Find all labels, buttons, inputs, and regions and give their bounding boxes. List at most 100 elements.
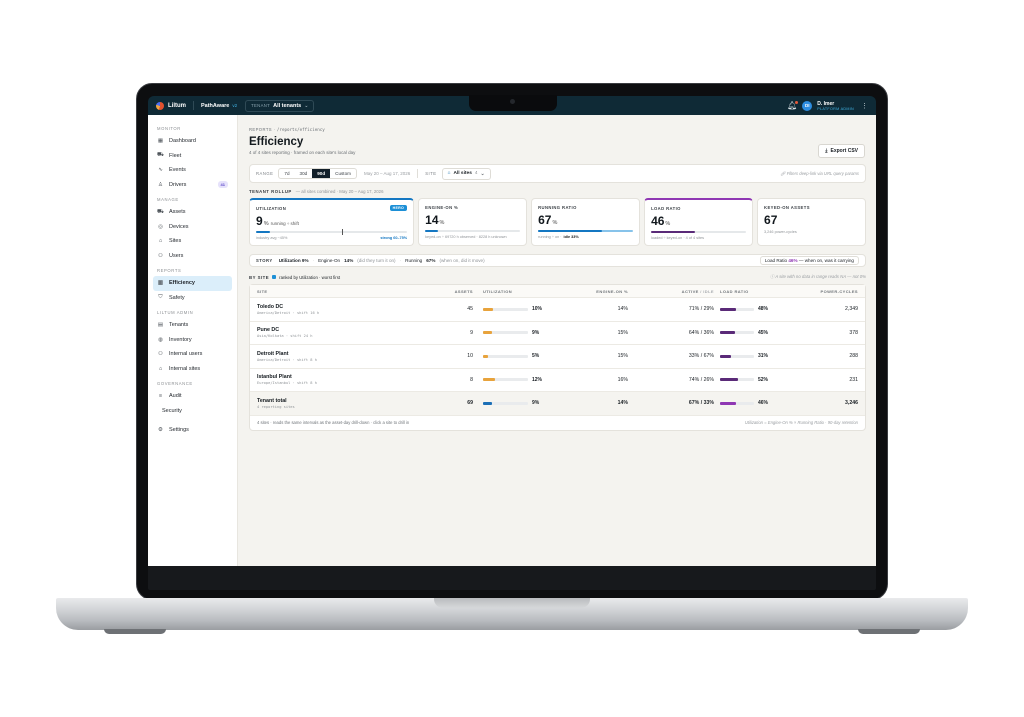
sidebar-item-drivers[interactable]: ♙ Drivers 41 — [153, 178, 232, 193]
card-title: UTILIZATION — [256, 206, 287, 211]
col-site[interactable]: SITE — [250, 289, 443, 294]
story-running-value: 67% — [426, 258, 436, 263]
col-assets[interactable]: ASSETS — [443, 289, 473, 294]
sidebar-item-efficiency[interactable]: ▥ Efficiency — [153, 276, 232, 291]
assets-cell: 69 — [467, 400, 473, 407]
sidebar-item-safety[interactable]: ⛉ Safety — [153, 291, 232, 306]
site-name: Pune DC — [257, 327, 280, 334]
table-row[interactable]: Toledo DC America/Detroit · shift 16 h 4… — [250, 298, 865, 322]
lr-value: 46% — [788, 258, 798, 263]
bar-fill — [720, 307, 737, 311]
shield-icon: ⛉ — [158, 294, 163, 301]
bar-fill — [256, 231, 270, 233]
lr-note: — when on, was it carrying — [798, 258, 854, 263]
table-row[interactable]: Detroit Plant America/Detroit · shift 8 … — [250, 345, 865, 369]
sidebar-item-label: Events — [169, 167, 186, 174]
avatar[interactable]: DI — [802, 100, 813, 111]
site-count: 4 — [474, 171, 478, 176]
bell-icon[interactable]: 🔔︎ — [787, 101, 799, 110]
sidebar-item-label: Internal sites — [169, 365, 201, 372]
power-cycles-cell: 3,246 — [845, 400, 858, 407]
load-ratio-value: 52% — [758, 376, 769, 383]
sidebar-item-audit[interactable]: ≡ Audit — [153, 389, 232, 404]
card-title: RUNNING RATIO — [538, 205, 577, 210]
laptop-hinge-notch — [434, 598, 590, 608]
col-power-cycles[interactable]: POWER-CYCLES — [794, 289, 865, 294]
product-name: PathAware — [201, 102, 230, 109]
range-option-30d[interactable]: 30d — [295, 169, 313, 178]
utilization-cell: 10% — [473, 306, 563, 312]
table-row[interactable]: Pune DC Asia/Kolkata · shift 24 h 9 9% 1… — [250, 322, 865, 345]
breadcrumb-section[interactable]: REPORTS — [249, 127, 272, 132]
range-option-90d[interactable]: 90d — [312, 169, 331, 178]
export-csv-button[interactable]: ⤓ Export CSV — [818, 144, 865, 158]
assets-cell: 8 — [470, 376, 473, 383]
table-total-row[interactable]: Tenant total 4 reporting sites 69 9% 14%… — [250, 392, 865, 416]
sidebar-item-label: Fleet — [169, 152, 182, 159]
sidebar-item-label: Safety — [169, 294, 185, 301]
assets-cell: 9 — [470, 329, 473, 336]
engine-on-cell: 15% — [617, 329, 628, 336]
sidebar-item-internal-sites[interactable]: ⌂ Internal sites — [153, 362, 232, 377]
filter-bar: RANGE 7d 30d 90d Custom May 20 – Aug 17, 20… — [249, 164, 866, 183]
sidebar-item-label: Users — [169, 252, 184, 259]
story-load-ratio: Load Ratio 46% — when on, was it carryin… — [759, 256, 859, 265]
legend-square-icon — [272, 275, 277, 279]
value-number: 46 — [651, 214, 665, 228]
sidebar-item-label: Drivers — [169, 181, 187, 188]
kpi-cards: UTILIZATION HERO 9% running ÷ shift indus… — [249, 198, 866, 246]
sidebar-item-assets[interactable]: ⛟ Assets — [153, 205, 232, 220]
sidebar-item-internal-users[interactable]: ⚇ Internal users — [153, 347, 232, 362]
col-active-idle[interactable]: ACTIVE / IDLE — [628, 289, 714, 294]
brand-name[interactable]: Liltum — [168, 103, 186, 109]
more-vertical-icon[interactable]: ⋮ — [861, 102, 868, 110]
users-icon: ⚇ — [158, 252, 163, 259]
tenant-label: TENANT — [251, 103, 271, 108]
sidebar-item-security[interactable]: Security — [153, 404, 232, 419]
col-load-ratio[interactable]: LOAD RATIO — [714, 289, 794, 294]
site-label: SITE — [425, 171, 437, 176]
bar-marker — [342, 229, 344, 235]
site-timezone: America/Detroit · shift 16 h — [257, 310, 320, 315]
table-footer: 4 sites · reads the same intervals as th… — [250, 416, 865, 430]
range-option-7d[interactable]: 7d — [279, 169, 294, 178]
site-selector[interactable]: ⌂ All sites 4 ⌄ — [441, 167, 491, 180]
by-site-header: BY SITE ranked by Utilization · worst fi… — [249, 274, 866, 280]
divider — [193, 101, 194, 110]
screen-bottom-bezel — [148, 566, 876, 590]
power-cycles-cell: 378 — [849, 329, 858, 336]
site-name: Detroit Plant — [257, 350, 289, 357]
building-icon: ⌂ — [158, 238, 163, 245]
load-ratio-bar — [651, 231, 747, 233]
bar-fill — [483, 331, 492, 335]
count-badge: 41 — [217, 181, 228, 189]
sidebar-item-users[interactable]: ⚇ Users — [153, 249, 232, 264]
col-active: ACTIVE — [681, 288, 699, 294]
sidebar-item-events[interactable]: ∿ Events — [153, 163, 232, 178]
site-name: Toledo DC — [257, 303, 284, 310]
tenant-selector[interactable]: TENANT All tenants ⌄ — [245, 99, 315, 112]
col-utilization[interactable]: UTILIZATION — [473, 289, 563, 294]
story-engine-value: 14% — [344, 258, 354, 263]
site-timezone: Asia/Kolkata · shift 24 h — [257, 334, 313, 339]
card-footer: industry avg ~45% strong 60–75% — [256, 236, 407, 240]
foot-right: strong 60–75% — [380, 236, 408, 240]
sidebar-item-devices[interactable]: ◎ Devices — [153, 220, 232, 235]
assets-cell: 45 — [467, 306, 473, 313]
engine-on-card: ENGINE-ON % 14% keyed-on ÷ 69720 h obser… — [418, 198, 528, 246]
sidebar-item-sites[interactable]: ⌂ Sites — [153, 234, 232, 249]
sidebar-item-dashboard[interactable]: ▦ Dashboard — [153, 134, 232, 149]
col-engine-on[interactable]: ENGINE-ON % — [563, 289, 628, 294]
ranked-note: ranked by Utilization · worst first — [279, 274, 341, 280]
sidebar-item-tenants[interactable]: ▤ Tenants — [153, 318, 232, 333]
range-option-custom[interactable]: Custom — [330, 169, 356, 178]
user-info[interactable]: D. Imer PLATFORM ADMIN — [817, 101, 854, 111]
sidebar-item-fleet[interactable]: ⛟ Fleet — [153, 149, 232, 164]
sidebar-item-inventory[interactable]: ◍ Inventory — [153, 333, 232, 348]
bar-fill — [425, 230, 439, 232]
table-row[interactable]: Istanbul Plant Europe/Istanbul · shift 8… — [250, 369, 865, 392]
sidebar-item-label: Sites — [169, 238, 182, 245]
sidebar-item-settings[interactable]: ⚙ Settings — [153, 423, 232, 438]
site-timezone: Europe/Istanbul · shift 8 h — [257, 381, 317, 386]
foot-text: 3,246 power-cycles — [764, 230, 797, 234]
